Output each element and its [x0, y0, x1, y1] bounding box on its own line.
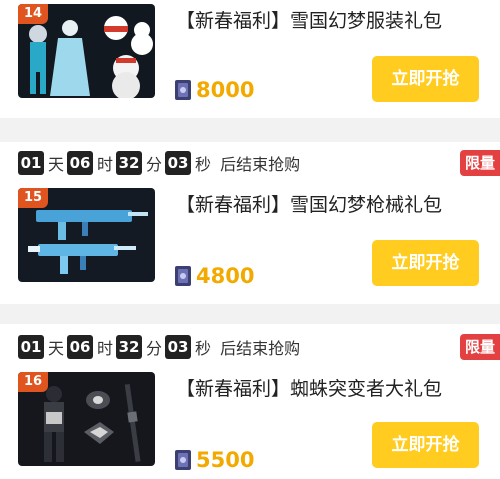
product-title: 【新春福利】蜘蛛突变者大礼包 [176, 378, 443, 400]
price-row: 8000 [174, 78, 254, 102]
price-value: 8000 [196, 78, 255, 102]
product-title: 【新春福利】雪国幻梦服装礼包 [176, 10, 443, 32]
product-card-14: 14 【新春福利】雪国幻梦服装礼包 8000 立即开抢 [0, 0, 500, 118]
item-index-badge: 15 [18, 188, 48, 208]
product-title: 【新春福利】雪国幻梦枪械礼包 [176, 194, 443, 216]
minutes-unit: 分 [146, 339, 163, 358]
countdown-minutes: 32 [116, 151, 143, 175]
price-row: 4800 [174, 264, 254, 288]
countdown-suffix: 后结束抢购 [220, 339, 301, 358]
limited-badge: 限量 [460, 334, 500, 360]
coupon-icon [175, 266, 191, 286]
countdown-timer: 01 天 06 时 32 分 03 秒 后结束抢购 [18, 334, 300, 360]
countdown-minutes: 32 [116, 335, 143, 359]
seconds-unit: 秒 [195, 339, 212, 358]
coupon-icon [175, 80, 191, 100]
seconds-unit: 秒 [195, 155, 212, 174]
card-separator [0, 118, 500, 142]
product-card-15: 01 天 06 时 32 分 03 秒 后结束抢购 限量 15 【新春福利】雪国… [0, 142, 500, 304]
product-image-14[interactable]: 14 [18, 4, 155, 98]
price-value: 4800 [196, 264, 255, 288]
days-unit: 天 [48, 155, 65, 174]
countdown-days: 01 [18, 335, 44, 359]
buy-now-button[interactable]: 立即开抢 [372, 422, 479, 468]
countdown-suffix: 后结束抢购 [220, 155, 301, 174]
countdown-days: 01 [18, 151, 44, 175]
coupon-icon [175, 450, 191, 470]
price-row: 5500 [174, 448, 254, 472]
days-unit: 天 [48, 339, 65, 358]
item-index-badge: 16 [18, 372, 48, 392]
product-image-16[interactable]: 16 [18, 372, 155, 466]
buy-now-button[interactable]: 立即开抢 [372, 56, 479, 102]
limited-badge: 限量 [460, 150, 500, 176]
minutes-unit: 分 [146, 155, 163, 174]
buy-now-button[interactable]: 立即开抢 [372, 240, 479, 286]
card-separator [0, 304, 500, 324]
countdown-hours: 06 [67, 151, 94, 175]
item-index-badge: 14 [18, 4, 48, 24]
hours-unit: 时 [97, 339, 114, 358]
product-card-16: 01 天 06 时 32 分 03 秒 后结束抢购 限量 16 【新春福利】蜘蛛… [0, 324, 500, 479]
countdown-seconds: 03 [165, 151, 192, 175]
countdown-hours: 06 [67, 335, 94, 359]
product-image-15[interactable]: 15 [18, 188, 155, 282]
hours-unit: 时 [97, 155, 114, 174]
countdown-timer: 01 天 06 时 32 分 03 秒 后结束抢购 [18, 150, 300, 176]
countdown-seconds: 03 [165, 335, 192, 359]
price-value: 5500 [196, 448, 255, 472]
